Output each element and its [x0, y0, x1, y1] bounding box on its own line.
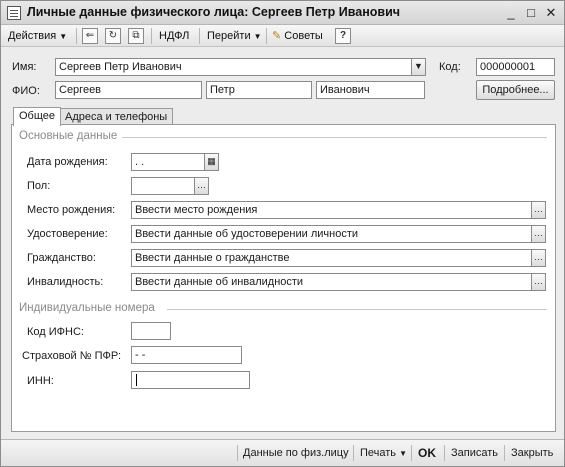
code-input[interactable]: 000000001 [476, 58, 555, 76]
section-main-data: Основные данные [19, 130, 118, 142]
birth-date-label: Дата рождения: [27, 156, 108, 168]
footer-divider [353, 445, 354, 461]
text-cursor [136, 374, 137, 386]
ellipsis-icon: … [534, 228, 543, 238]
goto-menu[interactable]: Перейти ▼ [207, 27, 262, 45]
maximize-button[interactable]: □ [522, 4, 540, 21]
pfr-label: Страховой № ПФР: [22, 350, 122, 362]
ok-button[interactable]: OK [418, 444, 436, 462]
title-bar[interactable]: Личные данные физического лица: Сергеев … [1, 1, 564, 25]
toolbar-divider [151, 28, 152, 44]
toolbar-divider [76, 28, 77, 44]
refresh-icon[interactable]: ↻ [105, 28, 121, 44]
chevron-down-icon: ▼ [414, 61, 423, 71]
more-button[interactable]: Подробнее... [476, 80, 555, 100]
chevron-down-icon: ▼ [399, 449, 408, 458]
tips-button[interactable]: ✎ Советы [272, 27, 323, 45]
back-arrow-icon[interactable]: ⇐ [82, 28, 98, 44]
gender-select-button[interactable]: … [194, 177, 209, 195]
copy-icon[interactable]: ⧉ [128, 28, 144, 44]
window-title: Личные данные физического лица: Сергеев … [27, 5, 401, 19]
chevron-down-icon: ▼ [59, 32, 68, 41]
print-label: Печать [360, 447, 397, 459]
section-divider [122, 137, 547, 138]
inn-input[interactable] [131, 371, 250, 389]
fio-label: ФИО: [12, 85, 40, 97]
footer-divider [411, 445, 412, 461]
calendar-icon[interactable]: ▦ [204, 153, 219, 171]
lightbulb-icon: ✎ [272, 30, 282, 42]
actions-menu[interactable]: Действия ▼ [8, 27, 67, 45]
disability-input[interactable]: Ввести данные об инвалидности [131, 273, 532, 291]
toolbar-divider [266, 28, 267, 44]
tips-label: Советы [284, 30, 323, 42]
section-individual-numbers: Индивидуальные номера [19, 302, 155, 314]
ellipsis-icon: … [534, 204, 543, 214]
toolbar: Действия ▼ ⇐ ↻ ⧉ НДФЛ Перейти ▼ ✎ Советы… [1, 25, 564, 47]
actions-label: Действия [8, 30, 57, 42]
first-name-input[interactable]: Петр [206, 81, 312, 99]
footer-bar: Данные по физ.лицу Печать ▼ OK Записать … [1, 439, 564, 466]
chevron-down-icon: ▼ [253, 32, 262, 41]
print-menu[interactable]: Печать ▼ [360, 444, 407, 462]
citizenship-input[interactable]: Ввести данные о гражданстве [131, 249, 532, 267]
name-label: Имя: [12, 61, 37, 73]
minimize-button[interactable]: _ [502, 4, 520, 21]
pfr-input[interactable]: - - [131, 346, 242, 364]
tab-general[interactable]: Общее [13, 107, 62, 126]
birthplace-input[interactable]: Ввести место рождения [131, 201, 532, 219]
ellipsis-icon: … [534, 252, 543, 262]
goto-label: Перейти [207, 30, 251, 42]
identity-input[interactable]: Ввести данные об удостоверении личности [131, 225, 532, 243]
gender-input[interactable] [131, 177, 195, 195]
ifns-label: Код ИФНС: [27, 326, 84, 338]
footer-divider [504, 445, 505, 461]
close-button[interactable]: Закрыть [511, 444, 553, 462]
name-input[interactable]: Сергеев Петр Иванович [55, 58, 413, 76]
ellipsis-icon: … [534, 276, 543, 286]
disability-select-button[interactable]: … [531, 273, 546, 291]
toolbar-divider [199, 28, 200, 44]
disability-label: Инвалидность: [27, 276, 104, 288]
person-data-button[interactable]: Данные по физ.лицу [243, 444, 349, 462]
ndfl-button[interactable]: НДФЛ [159, 27, 189, 45]
general-tab-panel: Основные данные Дата рождения: . . ▦ Пол… [11, 124, 556, 432]
last-name-input[interactable]: Сергеев [55, 81, 202, 99]
birthplace-select-button[interactable]: … [531, 201, 546, 219]
inn-label: ИНН: [27, 375, 54, 387]
footer-divider [444, 445, 445, 461]
ellipsis-icon: … [197, 180, 206, 190]
form-icon [7, 6, 21, 20]
middle-name-input[interactable]: Иванович [316, 81, 425, 99]
footer-divider [237, 445, 238, 461]
birthplace-label: Место рождения: [27, 204, 116, 216]
ifns-input[interactable] [131, 322, 171, 340]
name-dropdown-button[interactable]: ▼ [411, 58, 426, 76]
code-label: Код: [439, 61, 461, 73]
identity-select-button[interactable]: … [531, 225, 546, 243]
help-button[interactable]: ? [335, 28, 351, 44]
citizenship-label: Гражданство: [27, 252, 96, 264]
gender-label: Пол: [27, 180, 51, 192]
citizenship-select-button[interactable]: … [531, 249, 546, 267]
birth-date-input[interactable]: . . [131, 153, 205, 171]
person-data-window: Личные данные физического лица: Сергеев … [0, 0, 565, 467]
identity-label: Удостоверение: [27, 228, 108, 240]
close-window-button[interactable]: ✕ [542, 4, 560, 21]
section-divider [167, 309, 547, 310]
save-button[interactable]: Записать [451, 444, 498, 462]
